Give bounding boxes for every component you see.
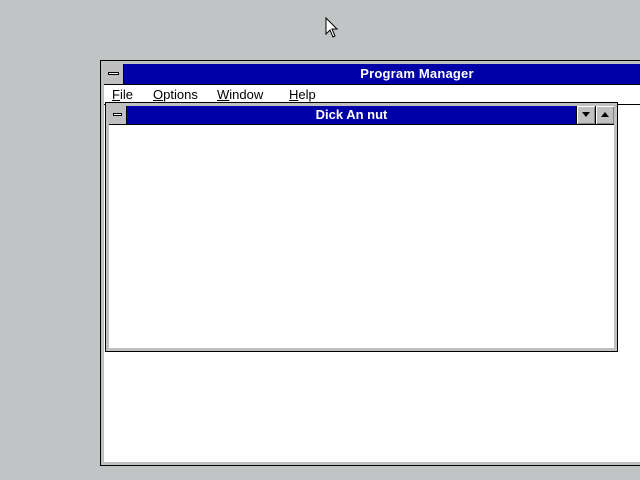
menu-options-mnemonic: O [153, 87, 164, 102]
menu-help-label: elp [298, 87, 316, 102]
maximize-icon [601, 112, 609, 117]
system-menu-icon[interactable] [104, 64, 124, 84]
menu-file-mnemonic: F [112, 87, 120, 102]
menu-file-label: ile [119, 87, 133, 102]
program-manager-window[interactable]: Program Manager File Options Window Help… [100, 60, 640, 466]
menu-window-label: indow [229, 87, 264, 102]
group-window[interactable]: Dick An nut [105, 102, 618, 352]
maximize-button[interactable] [595, 106, 614, 124]
minimize-button[interactable] [576, 106, 595, 124]
group-window-titlebar[interactable]: Dick An nut [109, 106, 614, 125]
program-manager-title: Program Manager [360, 66, 474, 81]
system-menu-icon[interactable] [109, 106, 127, 124]
menu-window-mnemonic: W [217, 87, 230, 102]
menu-options-label: ptions [163, 87, 198, 102]
group-window-title: Dick An nut [315, 107, 388, 122]
menu-help-mnemonic: H [289, 87, 299, 102]
arrow-cursor-icon [325, 17, 339, 38]
minimize-icon [582, 112, 590, 117]
group-window-client-area [109, 125, 614, 348]
program-manager-titlebar[interactable]: Program Manager [104, 64, 640, 85]
